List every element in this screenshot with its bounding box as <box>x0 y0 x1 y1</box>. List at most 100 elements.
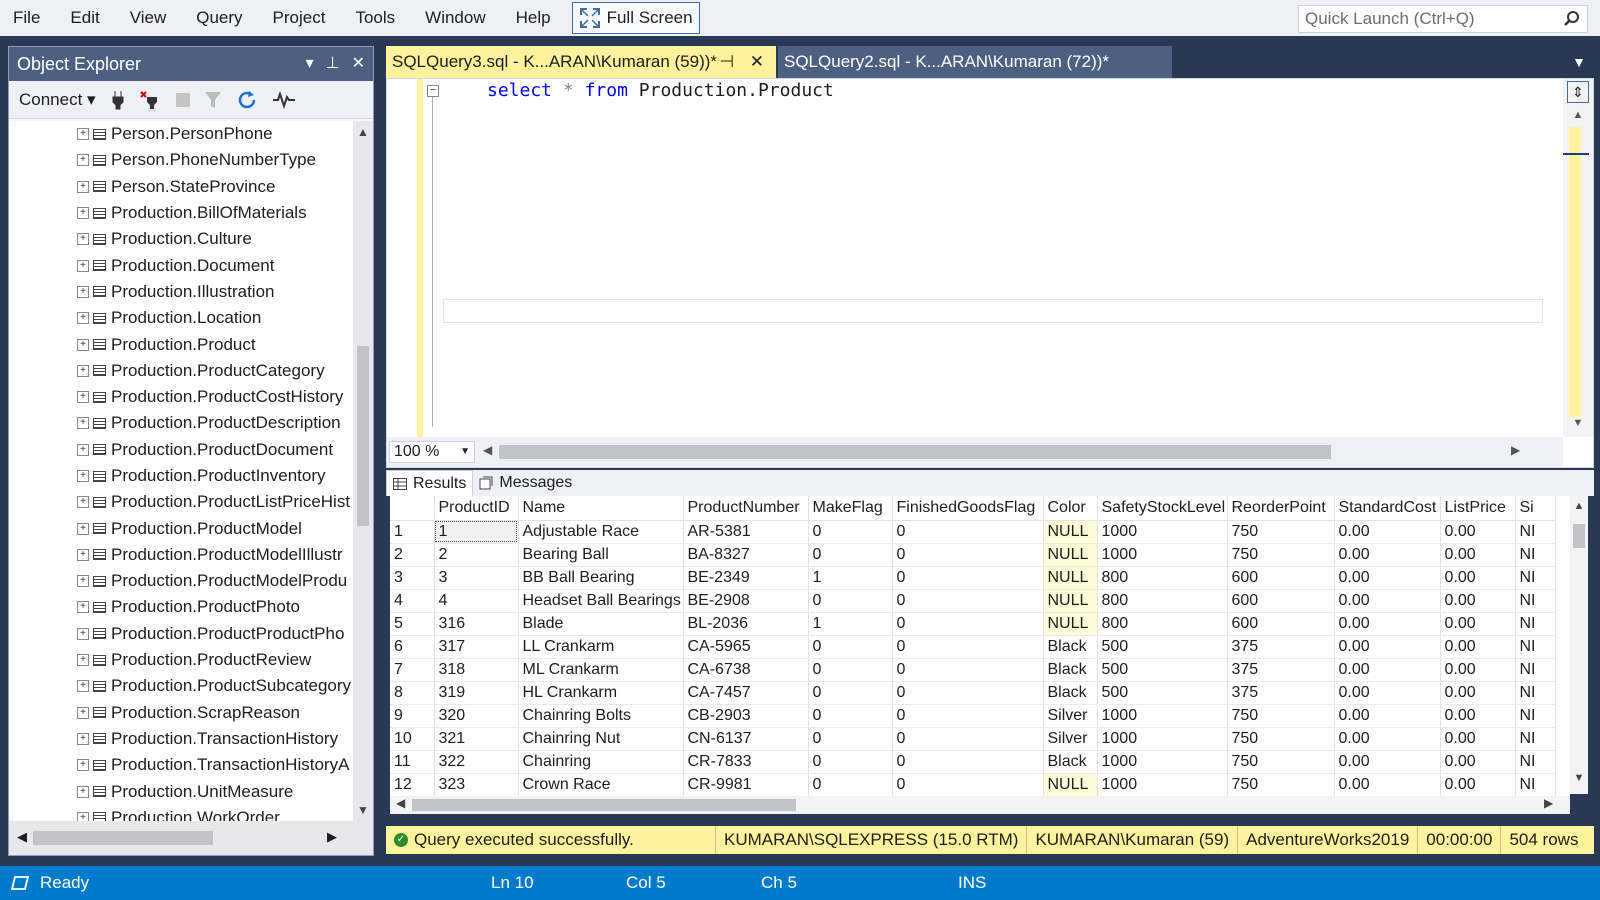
tree-item-table[interactable]: + Production.ProductPhoto <box>9 594 353 620</box>
menu-edit[interactable]: Edit <box>55 0 114 36</box>
grid-corner-header[interactable] <box>390 496 435 521</box>
grid-cell[interactable]: 0 <box>808 658 893 682</box>
grid-cell[interactable]: NI <box>1515 681 1556 705</box>
grid-cell[interactable]: 375 <box>1227 658 1335 682</box>
grid-cell[interactable]: BL-2036 <box>683 612 809 636</box>
grid-cell[interactable]: 0 <box>808 635 893 659</box>
table-row[interactable]: 2 2 Bearing Ball BA-8327 0 0 NULL 1000 750 0.00 0.… <box>390 543 1556 567</box>
grid-cell[interactable]: Blade <box>518 612 684 636</box>
tree-item-table[interactable]: + Production.TransactionHistoryA <box>9 752 353 778</box>
grid-cell[interactable]: 0.00 <box>1440 635 1516 659</box>
tab-sqlquery2[interactable]: SQLQuery2.sql - K...ARAN\Kumaran (72))* <box>778 46 1172 78</box>
table-row[interactable]: 9 320 Chainring Bolts CB-2903 0 0 Silver 1000 75… <box>390 704 1556 728</box>
tab-messages[interactable]: Messages <box>473 470 578 496</box>
grid-cell[interactable]: 0.00 <box>1334 681 1441 705</box>
expand-icon[interactable]: + <box>77 233 89 246</box>
tab-dropdown-icon[interactable]: ▼ <box>1572 46 1586 78</box>
row-number[interactable]: 4 <box>390 589 435 613</box>
expand-icon[interactable]: + <box>77 627 89 640</box>
row-number[interactable]: 1 <box>390 520 435 544</box>
grid-cell[interactable]: 0 <box>892 612 1044 636</box>
grid-cell[interactable]: NULL <box>1043 612 1098 636</box>
grid-cell[interactable]: 375 <box>1227 635 1335 659</box>
expand-icon[interactable]: + <box>77 732 89 745</box>
grid-cell[interactable]: 0 <box>808 727 893 751</box>
grid-cell[interactable]: CB-2903 <box>683 704 809 728</box>
grid-cell[interactable]: 600 <box>1227 566 1335 590</box>
table-row[interactable]: 4 4 Headset Ball Bearings BE-2908 0 0 NULL 800 6… <box>390 589 1556 613</box>
tree-item-table[interactable]: + Production.ProductDescription <box>9 410 353 436</box>
grid-cell[interactable]: 0 <box>892 658 1044 682</box>
scrollbar-thumb[interactable] <box>499 445 1331 459</box>
tree-item-table[interactable]: + Production.TransactionHistory <box>9 726 353 752</box>
tree-item-table[interactable]: + Production.ProductReview <box>9 647 353 673</box>
grid-cell[interactable]: 0.00 <box>1334 612 1441 636</box>
grid-cell[interactable]: 0.00 <box>1440 589 1516 613</box>
table-row[interactable]: 12 323 Crown Race CR-9981 0 0 NULL 1000 750 0.00 0… <box>390 773 1556 796</box>
grid-cell[interactable]: 0.00 <box>1440 750 1516 774</box>
grid-cell[interactable]: 750 <box>1227 773 1335 796</box>
tree-item-table[interactable]: + Production.Illustration <box>9 279 353 305</box>
scroll-up-icon[interactable]: ▲ <box>1570 500 1588 512</box>
tree-item-table[interactable]: + Production.ProductInventory <box>9 463 353 489</box>
expand-icon[interactable]: + <box>77 496 89 509</box>
scroll-right-icon[interactable]: ▶ <box>1544 796 1553 810</box>
row-number[interactable]: 6 <box>390 635 435 659</box>
row-number[interactable]: 9 <box>390 704 435 728</box>
grid-cell[interactable]: 1000 <box>1097 773 1228 796</box>
grid-cell[interactable]: NULL <box>1043 589 1098 613</box>
menu-view[interactable]: View <box>115 0 182 36</box>
grid-cell[interactable]: CA-7457 <box>683 681 809 705</box>
grid-cell[interactable]: NI <box>1515 543 1556 567</box>
grid-cell[interactable]: CA-5965 <box>683 635 809 659</box>
scrollbar-thumb[interactable] <box>1573 524 1585 548</box>
scrollbar-thumb[interactable] <box>33 831 213 845</box>
pin-icon[interactable]: ⊣ <box>719 46 734 78</box>
grid-cell[interactable]: 0.00 <box>1440 566 1516 590</box>
split-icon[interactable]: ⇕ <box>1567 81 1589 103</box>
grid-cell[interactable]: 0.00 <box>1440 773 1516 796</box>
tree-item-table[interactable]: + Production.ProductSubcategory <box>9 673 353 699</box>
grid-cell[interactable]: 500 <box>1097 681 1228 705</box>
grid-cell[interactable]: 1000 <box>1097 704 1228 728</box>
grid-cell[interactable]: 0 <box>892 681 1044 705</box>
tree-item-table[interactable]: + Production.Document <box>9 252 353 278</box>
grid-cell[interactable]: Headset Ball Bearings <box>518 589 684 613</box>
close-icon[interactable]: ✕ <box>750 46 764 78</box>
scroll-left-icon[interactable]: ◀ <box>396 796 405 810</box>
tree-item-table[interactable]: + Production.Product <box>9 331 353 357</box>
grid-cell[interactable]: 0.00 <box>1334 589 1441 613</box>
menu-project[interactable]: Project <box>258 0 341 36</box>
expand-icon[interactable]: + <box>77 312 89 325</box>
full-screen-button[interactable]: Full Screen <box>571 2 700 34</box>
grid-cell[interactable]: CR-9981 <box>683 773 809 796</box>
expand-icon[interactable]: + <box>77 364 89 377</box>
row-number[interactable]: 7 <box>390 658 435 682</box>
grid-cell[interactable]: Chainring Bolts <box>518 704 684 728</box>
grid-cell[interactable]: 600 <box>1227 612 1335 636</box>
grid-cell[interactable]: 0.00 <box>1334 520 1441 544</box>
grid-cell[interactable]: 1 <box>808 612 893 636</box>
scrollbar-thumb[interactable] <box>412 799 796 811</box>
grid-cell[interactable]: BE-2908 <box>683 589 809 613</box>
expand-icon[interactable]: + <box>77 128 89 141</box>
scroll-down-icon[interactable]: ▼ <box>353 803 373 817</box>
editor-horizontal-scrollbar[interactable]: ◀ ▶ <box>483 443 1523 459</box>
grid-cell[interactable]: HL Crankarm <box>518 681 684 705</box>
grid-cell[interactable]: 0 <box>892 589 1044 613</box>
grid-cell[interactable]: 0.00 <box>1334 704 1441 728</box>
table-row[interactable]: 8 319 HL Crankarm CA-7457 0 0 Black 500 375 0.00 0… <box>390 681 1556 705</box>
column-header[interactable]: SafetyStockLevel <box>1097 496 1228 521</box>
tree-item-table[interactable]: + Person.PersonPhone <box>9 121 353 147</box>
grid-cell[interactable]: 0 <box>892 704 1044 728</box>
grid-cell[interactable]: 600 <box>1227 589 1335 613</box>
grid-cell[interactable]: 320 <box>434 704 519 728</box>
grid-cell[interactable]: 750 <box>1227 727 1335 751</box>
grid-cell[interactable]: NI <box>1515 635 1556 659</box>
results-vertical-scrollbar[interactable]: ▲ ▼ <box>1570 496 1588 794</box>
grid-cell[interactable]: Crown Race <box>518 773 684 796</box>
expand-icon[interactable]: + <box>77 706 89 719</box>
scroll-up-icon[interactable]: ▲ <box>1563 109 1593 121</box>
tree-item-table[interactable]: + Production.ProductCostHistory <box>9 384 353 410</box>
grid-cell[interactable]: 0 <box>808 704 893 728</box>
